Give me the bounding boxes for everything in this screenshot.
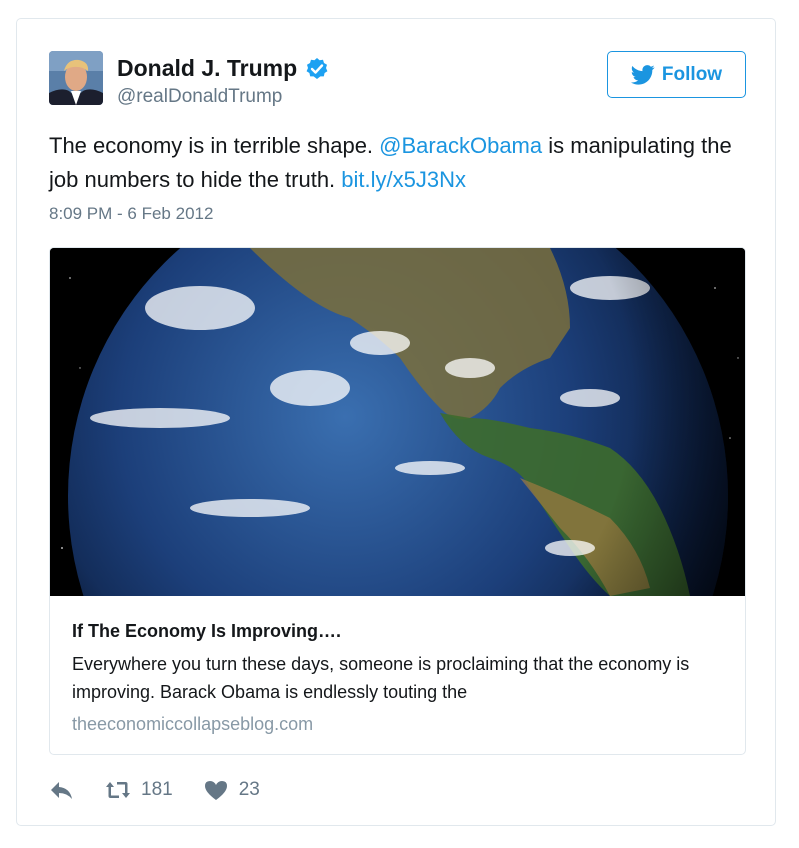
heart-icon: [204, 781, 227, 800]
card-title[interactable]: If The Economy Is Improving….: [72, 621, 341, 642]
author-name[interactable]: Donald J. Trump: [117, 55, 297, 82]
preview-image[interactable]: [50, 248, 745, 754]
like-count: 23: [238, 779, 260, 800]
avatar-image: [49, 51, 103, 105]
tweet-text-start: The economy is in terrible shape.: [49, 133, 380, 158]
tweet-text: The economy is in terrible shape. @Barac…: [49, 129, 739, 197]
author-handle[interactable]: @realDonaldTrump: [117, 86, 282, 108]
retweet-button[interactable]: 181: [105, 779, 173, 801]
mention-link[interactable]: @BarackObama: [379, 133, 542, 158]
reply-icon: [51, 782, 72, 799]
card-domain[interactable]: theeconomiccollapseblog.com: [72, 714, 313, 735]
retweet-icon: [106, 782, 130, 798]
verified-badge-icon: [306, 57, 328, 79]
tweet-card: Donald J. Trump @realDonaldTrump Follow …: [16, 18, 776, 826]
earth-image: [50, 248, 745, 754]
follow-button[interactable]: Follow: [607, 51, 746, 98]
tweet-actions: 181 23: [49, 779, 290, 801]
tweet-timestamp[interactable]: 8:09 PM - 6 Feb 2012: [49, 204, 213, 224]
url-link[interactable]: bit.ly/x5J3Nx: [341, 167, 466, 192]
like-button[interactable]: 23: [203, 779, 260, 801]
reply-button[interactable]: [49, 779, 75, 801]
card-description: Everywhere you turn these days, someone …: [72, 654, 690, 702]
twitter-bird-icon: [630, 64, 655, 85]
follow-label: Follow: [661, 63, 723, 85]
avatar[interactable]: [49, 51, 103, 105]
link-preview-card[interactable]: If The Economy Is Improving…. Everywhere…: [49, 247, 746, 755]
retweet-count: 181: [141, 779, 173, 800]
author-name-row[interactable]: Donald J. Trump: [117, 55, 329, 82]
